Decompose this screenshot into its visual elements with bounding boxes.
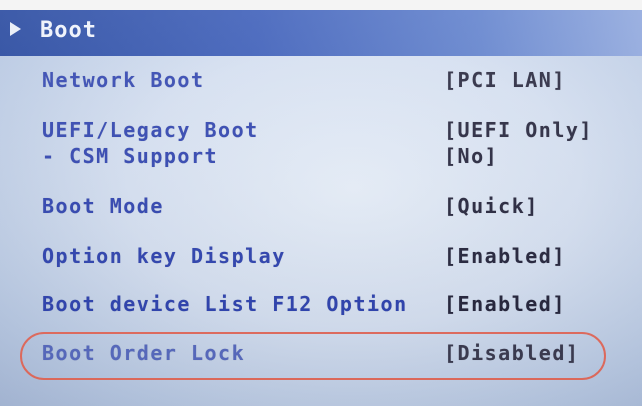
network-boot-label: Network Boot (42, 68, 205, 92)
bios-screen: Boot Network Boot [PCI LAN] UEFI/Legacy … (0, 10, 642, 406)
option-key-display-value[interactable]: [Enabled] (444, 244, 566, 268)
boot-device-list-label: Boot device List F12 Option (42, 292, 408, 316)
option-key-display-label: Option key Display (42, 244, 286, 268)
top-strip (0, 0, 642, 10)
csm-support-value[interactable]: [No] (444, 144, 498, 168)
expand-arrow-icon (10, 22, 21, 36)
uefi-legacy-boot-label: UEFI/Legacy Boot (42, 118, 259, 142)
boot-menu-title: Boot (40, 18, 97, 43)
csm-support-label: - CSM Support (42, 144, 219, 168)
uefi-legacy-boot-value[interactable]: [UEFI Only] (444, 118, 593, 142)
boot-mode-value[interactable]: [Quick] (444, 194, 539, 218)
boot-mode-label: Boot Mode (42, 194, 164, 218)
boot-menu-header[interactable]: Boot (0, 10, 642, 56)
highlight-ring (20, 332, 606, 380)
boot-device-list-value[interactable]: [Enabled] (444, 292, 566, 316)
network-boot-value[interactable]: [PCI LAN] (444, 68, 566, 92)
